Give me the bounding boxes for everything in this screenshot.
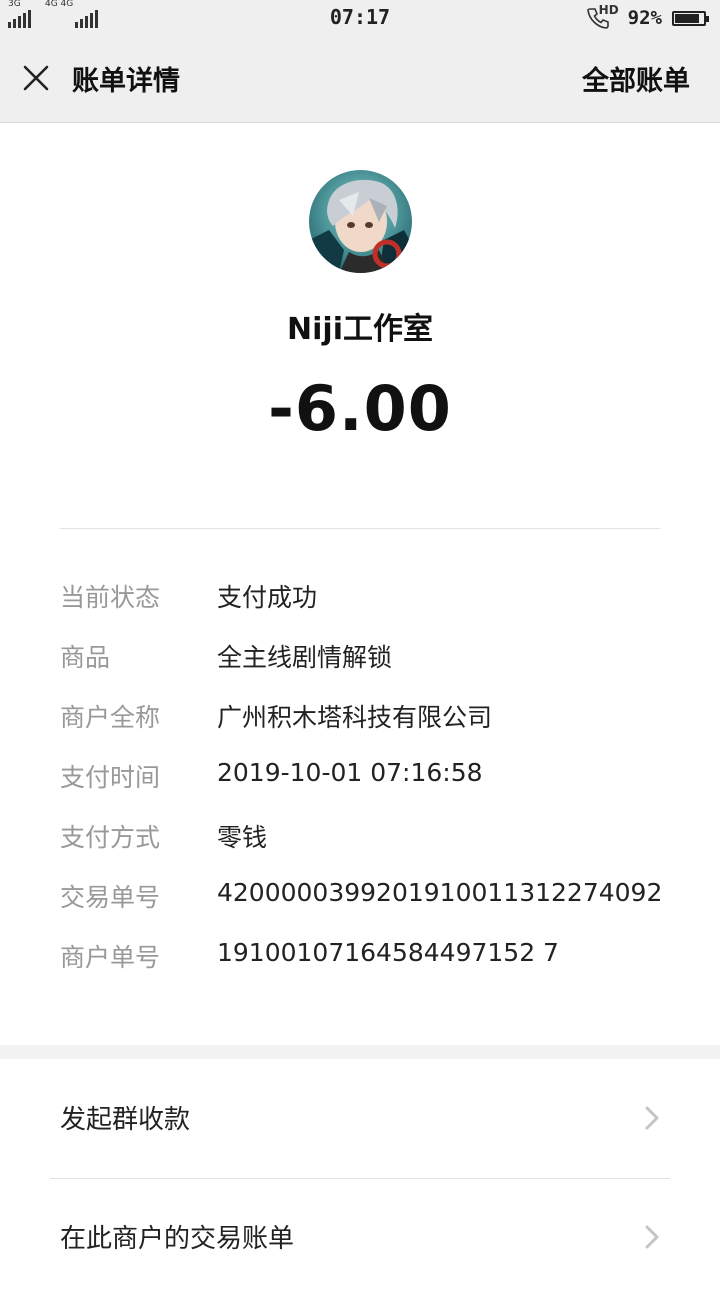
detail-row-product: 商品 全主线剧情解锁 <box>60 630 680 690</box>
detail-row-transaction-id: 交易单号 4200000399201910011312274092 <box>60 870 680 930</box>
detail-value: 广州积木塔科技有限公司 <box>217 703 493 732</box>
battery-fill <box>675 13 699 23</box>
detail-value[interactable]: 19100107164584497152 7 <box>217 938 559 967</box>
detail-value: 2019-10-01 07:16:58 <box>217 758 483 787</box>
merchant-avatar <box>309 170 412 273</box>
merchant-transactions-button[interactable]: 在此商户的交易账单 <box>0 1178 720 1296</box>
detail-row-status: 当前状态 支付成功 <box>60 570 680 630</box>
detail-value[interactable]: 4200000399201910011312274092 <box>217 878 662 907</box>
detail-label: 商品 <box>60 643 111 672</box>
battery-percent: 92% <box>627 7 662 29</box>
phone-hd-icon: HD <box>586 3 619 30</box>
section-separator <box>0 1045 720 1059</box>
header-bar: 账单详情 全部账单 <box>0 36 720 123</box>
detail-row-pay-time: 支付时间 2019-10-01 07:16:58 <box>60 750 680 810</box>
hd-label: HD <box>598 3 619 17</box>
detail-label: 支付时间 <box>60 763 161 792</box>
payment-amount: -6.00 <box>268 372 452 445</box>
merchant-name: Niji工作室 <box>287 312 433 347</box>
chevron-right-icon <box>645 1225 659 1249</box>
bill-details: 当前状态 支付成功 商品 全主线剧情解锁 商户全称 广州积木塔科技有限公司 支付… <box>60 570 680 990</box>
detail-value: 支付成功 <box>217 583 318 612</box>
all-bills-link[interactable]: 全部账单 <box>582 59 690 98</box>
divider <box>60 528 660 529</box>
detail-label: 当前状态 <box>60 583 161 612</box>
status-bar: 3G 4G 4G 07:17 HD 92% <box>0 0 720 36</box>
detail-row-merchant-order-id: 商户单号 19100107164584497152 7 <box>60 930 680 990</box>
status-right: HD 92% <box>586 3 709 31</box>
close-icon <box>23 65 49 91</box>
detail-value: 零钱 <box>217 823 268 852</box>
action-label: 发起群收款 <box>60 1105 191 1135</box>
action-label: 在此商户的交易账单 <box>60 1224 295 1254</box>
detail-label: 交易单号 <box>60 883 161 912</box>
detail-row-merchant-fullname: 商户全称 广州积木塔科技有限公司 <box>60 690 680 750</box>
detail-value: 全主线剧情解锁 <box>217 643 393 672</box>
page-title: 账单详情 <box>72 66 180 97</box>
detail-label: 商户单号 <box>60 943 161 972</box>
detail-label: 支付方式 <box>60 823 161 852</box>
detail-row-pay-method: 支付方式 零钱 <box>60 810 680 870</box>
battery-icon <box>672 10 709 26</box>
chevron-right-icon <box>645 1106 659 1130</box>
group-collect-button[interactable]: 发起群收款 <box>0 1059 720 1177</box>
detail-label: 商户全称 <box>60 703 161 732</box>
close-button[interactable] <box>18 60 54 96</box>
